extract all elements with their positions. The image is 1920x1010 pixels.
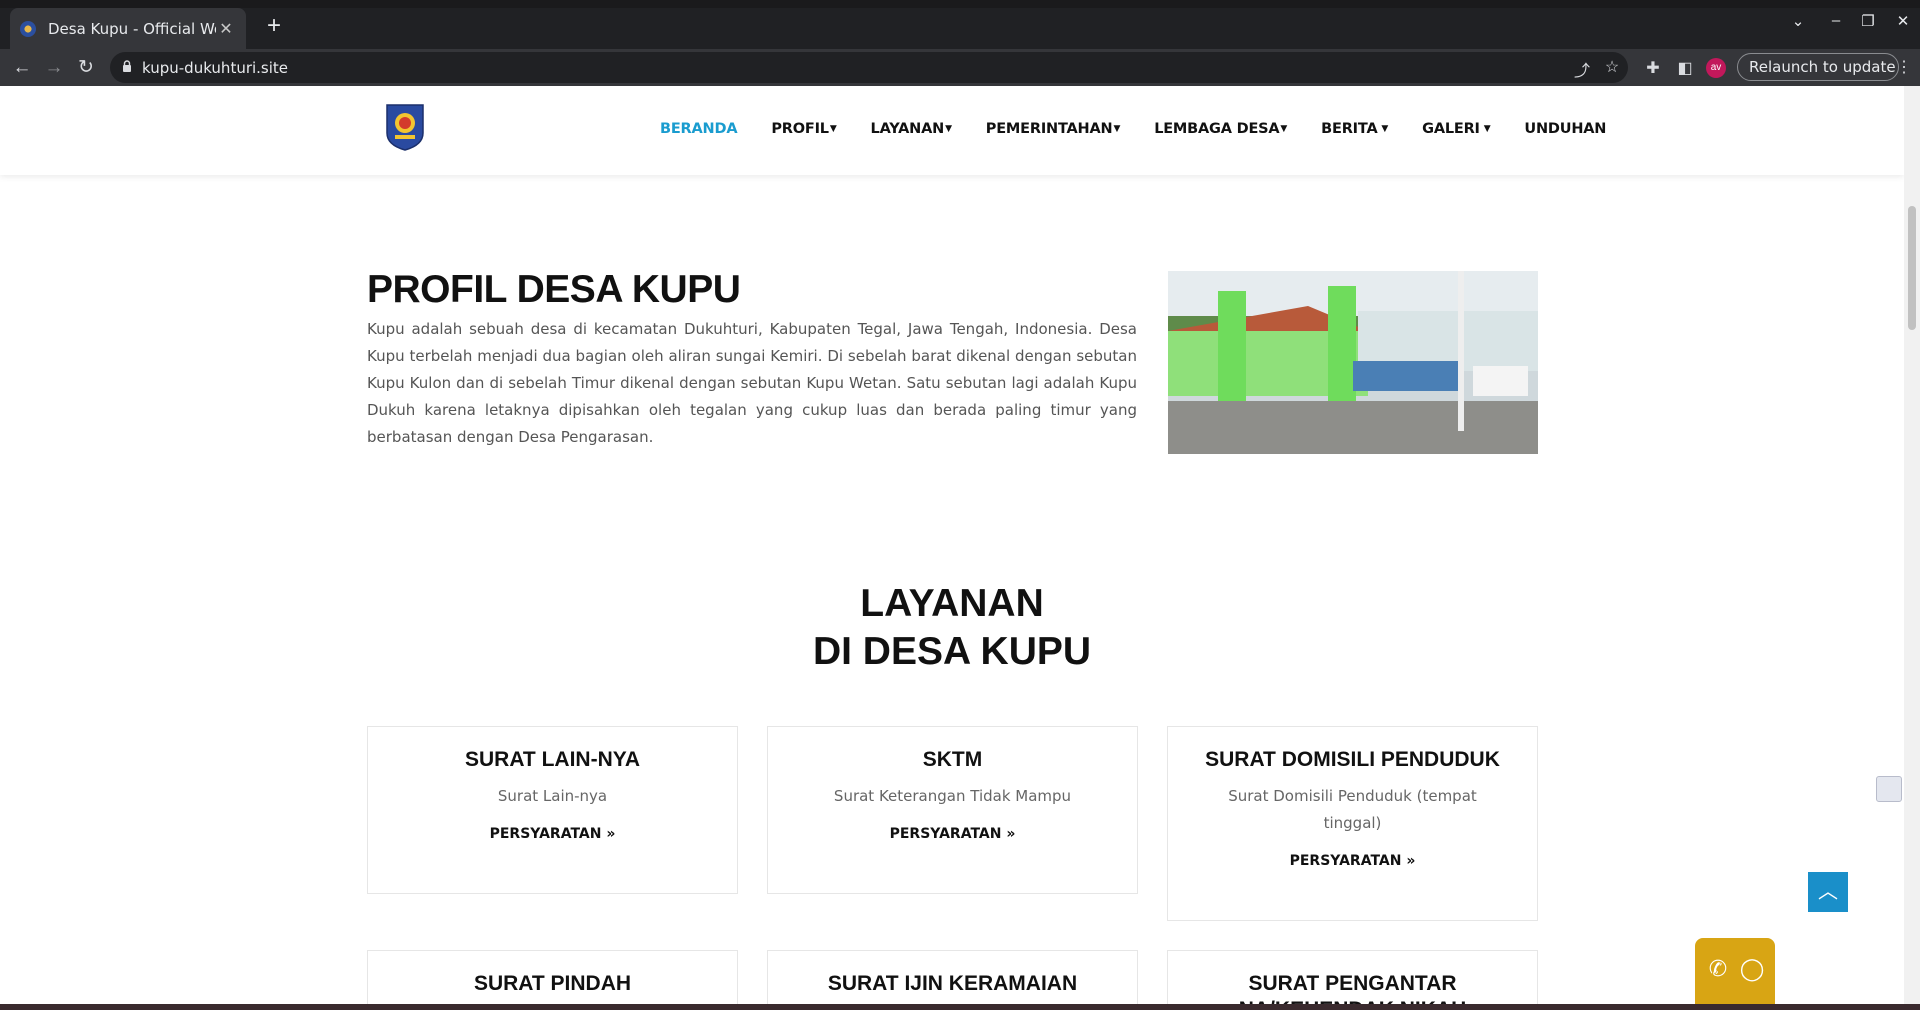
nav-label: PROFIL xyxy=(771,121,829,137)
double-chevron-right-icon: » xyxy=(1406,853,1416,869)
contact-widget[interactable]: ✆ ◯ xyxy=(1695,938,1775,1004)
service-card-title: SURAT LAIN-NYA xyxy=(464,748,640,771)
browser-tab-bar: Desa Kupu - Official Website ✕ + ⌄ – ❐ ✕ xyxy=(0,0,1920,49)
browser-menu-icon[interactable]: ⋮ xyxy=(1896,57,1912,77)
extensions-icon[interactable]: ✚ xyxy=(1643,58,1663,78)
nav-label: BERITA xyxy=(1321,121,1378,137)
back-icon[interactable]: ← xyxy=(8,54,36,82)
new-tab-button[interactable]: + xyxy=(260,12,288,40)
close-window-icon[interactable]: ✕ xyxy=(1891,12,1915,30)
nav-item-unduhan[interactable]: UNDUHAN xyxy=(1524,121,1606,137)
side-panel-icon[interactable]: ◧ xyxy=(1675,58,1695,78)
caret-down-icon: ▼ xyxy=(829,124,837,134)
tab-title: Desa Kupu - Official Website xyxy=(48,19,216,38)
service-card-desc: Surat Lain-nya xyxy=(497,787,608,805)
service-card-desc: Surat Keterangan Tidak Mampu xyxy=(833,787,1072,805)
nav-label: LEMBAGA DESA xyxy=(1154,121,1280,137)
forward-icon[interactable]: → xyxy=(40,54,68,82)
service-card: SURAT PENGANTAR NA/KEHENDAK NIKAH xyxy=(1167,950,1538,1004)
requirements-label: PERSYARATAN xyxy=(889,826,1002,842)
lock-icon xyxy=(123,60,131,72)
nav-label: PEMERINTAHAN xyxy=(985,121,1113,137)
caret-down-icon: ▼ xyxy=(945,124,952,134)
service-card-desc: Surat Domisili Penduduk (tempat tinggal) xyxy=(1228,787,1477,832)
service-card: SURAT IJIN KERAMAIAN xyxy=(767,950,1138,1004)
bookmark-star-icon[interactable]: ☆ xyxy=(1602,57,1622,77)
village-office-image xyxy=(1168,271,1538,454)
page-viewport: BERANDA PROFIL▼ LAYANAN▼ PEMERINTAHAN▼ L… xyxy=(0,86,1904,1004)
caret-down-icon: ▼ xyxy=(1378,124,1389,134)
minimize-icon[interactable]: – xyxy=(1824,12,1848,29)
double-chevron-right-icon: » xyxy=(606,826,616,842)
reload-icon[interactable]: ↻ xyxy=(72,54,100,82)
requirements-label: PERSYARATAN xyxy=(1289,853,1402,869)
close-tab-icon[interactable]: ✕ xyxy=(216,19,236,39)
restore-icon[interactable]: ❐ xyxy=(1856,12,1880,30)
requirements-link[interactable]: PERSYARATAN » xyxy=(768,826,1137,842)
page-scrollbar[interactable] xyxy=(1904,86,1920,1004)
requirements-label: PERSYARATAN xyxy=(489,826,602,842)
nav-label: GALERI xyxy=(1422,121,1480,137)
nav-item-lembaga-desa[interactable]: LEMBAGA DESA▼ xyxy=(1154,121,1287,137)
nav-label: UNDUHAN xyxy=(1524,121,1607,137)
profile-avatar[interactable]: av xyxy=(1706,58,1726,78)
nav-item-berita[interactable]: BERITA ▼ xyxy=(1321,121,1388,137)
url-text: kupu-dukuhturi.site xyxy=(142,59,289,77)
services-title-line1: LAYANAN xyxy=(860,582,1044,625)
nav-item-pemerintahan[interactable]: PEMERINTAHAN▼ xyxy=(985,121,1121,137)
whatsapp-icon[interactable]: ◯ xyxy=(1737,956,1767,982)
nav-label: BERANDA xyxy=(660,121,738,137)
profile-description: Kupu adalah sebuah desa di kecamatan Duk… xyxy=(367,320,1137,446)
service-card-title: SKTM xyxy=(922,748,983,771)
village-office-photo xyxy=(1168,271,1538,454)
chat-widget-icon[interactable] xyxy=(1876,776,1902,802)
tab-search-icon[interactable]: ⌄ xyxy=(1786,12,1810,30)
service-card-title: SURAT DOMISILI PENDUDUK xyxy=(1205,748,1500,771)
browser-toolbar: ← → ↻ kupu-dukuhturi.site ⤴ ☆ ✚ ◧ av Rel… xyxy=(0,49,1920,86)
service-card-title: SURAT PENGANTAR NA/KEHENDAK NIKAH xyxy=(1239,972,1467,1004)
share-icon[interactable]: ⤴ xyxy=(1572,57,1592,81)
favicon-icon xyxy=(20,20,36,37)
service-card: SURAT PINDAH xyxy=(367,950,738,1004)
address-bar[interactable]: kupu-dukuhturi.site ⤴ ☆ xyxy=(110,52,1628,83)
village-logo-icon[interactable] xyxy=(385,103,425,151)
nav-item-beranda[interactable]: BERANDA xyxy=(660,121,738,137)
services-title: LAYANAN DI DESA KUPU xyxy=(0,580,1904,676)
back-to-top-button[interactable]: ︿ xyxy=(1808,872,1848,912)
tab-strip-edge xyxy=(0,0,1920,8)
phone-icon[interactable]: ✆ xyxy=(1703,956,1733,982)
scrollbar-thumb[interactable] xyxy=(1908,206,1916,330)
double-chevron-right-icon: » xyxy=(1006,826,1016,842)
caret-down-icon: ▼ xyxy=(1113,124,1121,134)
caret-down-icon: ▼ xyxy=(1280,124,1288,134)
service-card-title: SURAT PINDAH xyxy=(473,972,632,995)
profile-title: PROFIL DESA KUPU xyxy=(367,268,741,311)
browser-tab[interactable]: Desa Kupu - Official Website ✕ xyxy=(10,8,246,49)
nav-item-profil[interactable]: PROFIL▼ xyxy=(771,121,836,137)
main-nav: BERANDA PROFIL▼ LAYANAN▼ PEMERINTAHAN▼ L… xyxy=(660,121,1640,137)
service-card-title: SURAT IJIN KERAMAIAN xyxy=(827,972,1078,995)
services-title-line2: DI DESA KUPU xyxy=(812,630,1092,673)
service-card: SURAT LAIN-NYA Surat Lain-nya PERSYARATA… xyxy=(367,726,738,894)
service-card: SKTM Surat Keterangan Tidak Mampu PERSYA… xyxy=(767,726,1138,894)
site-header: BERANDA PROFIL▼ LAYANAN▼ PEMERINTAHAN▼ L… xyxy=(0,86,1904,175)
taskbar-strip xyxy=(0,1004,1920,1010)
requirements-link[interactable]: PERSYARATAN » xyxy=(368,826,737,842)
service-card: SURAT DOMISILI PENDUDUK Surat Domisili P… xyxy=(1167,726,1538,921)
relaunch-button[interactable]: Relaunch to update xyxy=(1737,53,1899,81)
nav-item-galeri[interactable]: GALERI ▼ xyxy=(1422,121,1490,137)
requirements-link[interactable]: PERSYARATAN » xyxy=(1168,853,1537,869)
nav-item-layanan[interactable]: LAYANAN▼ xyxy=(871,121,952,137)
nav-label: LAYANAN xyxy=(870,121,945,137)
caret-down-icon: ▼ xyxy=(1480,124,1491,134)
